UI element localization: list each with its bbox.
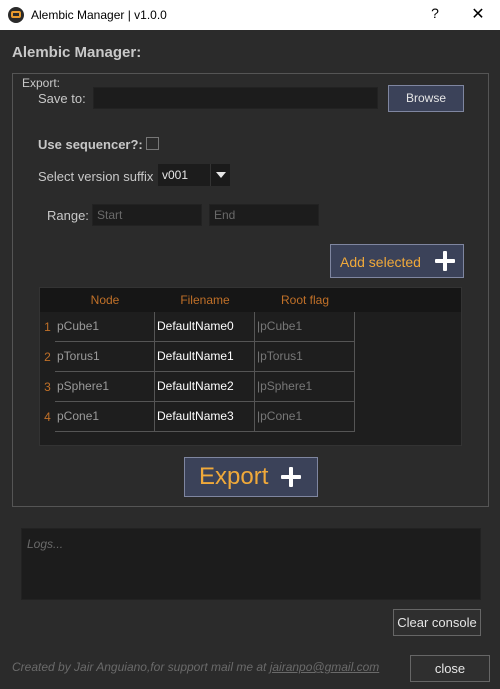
table-cell-root-flag[interactable]: |pSphere1 xyxy=(255,372,355,402)
support-email-link[interactable]: jairanpo@gmail.com xyxy=(270,660,380,674)
column-header-filename[interactable]: Filename xyxy=(155,288,255,312)
clear-console-button[interactable]: Clear console xyxy=(393,609,481,636)
page-title: Alembic Manager: xyxy=(12,44,142,61)
table-cell-filename[interactable]: DefaultName1 xyxy=(155,342,255,372)
version-suffix-label: Select version suffix xyxy=(38,169,154,184)
dropdown-arrow[interactable] xyxy=(210,164,230,186)
table-cell-root-flag[interactable]: |pCone1 xyxy=(255,402,355,432)
table-cell-filename[interactable]: DefaultName0 xyxy=(155,312,255,342)
column-header-node[interactable]: Node xyxy=(55,288,155,312)
window-title: Alembic Manager | v1.0.0 xyxy=(31,8,167,22)
range-end-input[interactable] xyxy=(209,204,319,226)
use-sequencer-checkbox[interactable] xyxy=(146,137,159,150)
table-cell-root-flag[interactable]: |pCube1 xyxy=(255,312,355,342)
add-selected-button[interactable]: Add selected xyxy=(330,244,464,278)
export-group-title: Export: xyxy=(22,76,61,90)
table-cell-node[interactable]: pCube1 xyxy=(55,312,155,342)
add-selected-label: Add selected xyxy=(340,254,421,270)
range-start-input[interactable] xyxy=(92,204,202,226)
credit-footer: Created by Jair Anguiano,for support mai… xyxy=(12,660,400,674)
chevron-down-icon xyxy=(216,172,226,178)
title-bar: Alembic Manager | v1.0.0 ? ✕ xyxy=(0,0,500,30)
column-header-filler xyxy=(355,288,461,312)
table-cell-node[interactable]: pSphere1 xyxy=(55,372,155,402)
version-suffix-value: v001 xyxy=(162,168,189,182)
export-button-label: Export xyxy=(199,463,269,490)
table-cell-node[interactable]: pCone1 xyxy=(55,402,155,432)
row-number[interactable]: 2 xyxy=(40,350,55,364)
app-logo-icon xyxy=(8,7,24,23)
column-header-root-flag[interactable]: Root flag xyxy=(255,288,355,312)
table-cell-filename[interactable]: DefaultName3 xyxy=(155,402,255,432)
log-console[interactable]: Logs... xyxy=(21,528,481,600)
table-cell-root-flag[interactable]: |pTorus1 xyxy=(255,342,355,372)
row-number[interactable]: 3 xyxy=(40,380,55,394)
row-number[interactable]: 4 xyxy=(40,410,55,424)
nodes-table: Node Filename Root flag 1 pCube1 Default… xyxy=(39,287,462,446)
table-corner xyxy=(40,288,55,312)
plus-icon xyxy=(435,251,455,271)
use-sequencer-label: Use sequencer?: xyxy=(38,137,143,152)
window-close-button[interactable]: ✕ xyxy=(466,4,490,24)
row-number[interactable]: 1 xyxy=(40,320,55,334)
export-button[interactable]: Export xyxy=(184,457,318,497)
log-console-placeholder: Logs... xyxy=(27,537,64,551)
credit-text: Created by Jair Anguiano,for support mai… xyxy=(12,660,270,674)
browse-button[interactable]: Browse xyxy=(388,85,464,112)
close-button[interactable]: close xyxy=(410,655,490,682)
save-to-input[interactable] xyxy=(93,87,378,109)
plus-icon xyxy=(281,467,301,487)
save-to-label: Save to: xyxy=(38,91,86,106)
version-suffix-select[interactable]: v001 xyxy=(158,164,230,186)
table-cell-node[interactable]: pTorus1 xyxy=(55,342,155,372)
table-cell-filename[interactable]: DefaultName2 xyxy=(155,372,255,402)
range-label: Range: xyxy=(47,208,89,223)
help-button[interactable]: ? xyxy=(425,5,445,21)
